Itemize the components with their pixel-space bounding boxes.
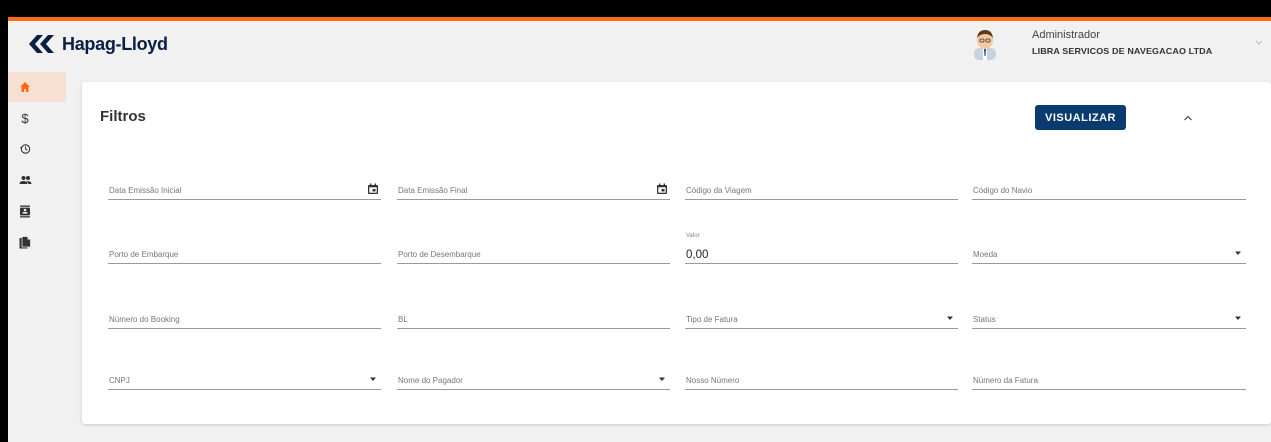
bl-field[interactable]: BL xyxy=(397,307,670,329)
dropdown-arrow-icon[interactable] xyxy=(367,373,379,385)
data-emissao-inicial-field[interactable]: Data Emissão Inicial xyxy=(108,178,381,200)
filters-card: Filtros VISUALIZAR Data Emissão Inicial … xyxy=(82,82,1271,424)
main-content: Filtros VISUALIZAR Data Emissão Inicial … xyxy=(66,65,1271,442)
filters-title: Filtros xyxy=(100,108,146,125)
codigo-viagem-field[interactable]: Código da Viagem xyxy=(685,178,958,200)
nosso-numero-field[interactable]: Nosso Número xyxy=(685,368,958,390)
logo-text: Hapag-Lloyd xyxy=(62,33,168,54)
porto-embarque-field[interactable]: Porto de Embarque xyxy=(108,242,381,264)
field-label: Status xyxy=(973,315,996,324)
user-avatar[interactable] xyxy=(970,26,1000,60)
nome-pagador-select[interactable]: Nome do Pagador xyxy=(397,368,670,390)
dropdown-arrow-icon[interactable] xyxy=(1232,312,1244,324)
field-label: Data Emissão Inicial xyxy=(109,186,182,195)
field-label: Porto de Embarque xyxy=(109,250,179,259)
sidebar-item-usuarios[interactable] xyxy=(8,165,66,195)
field-label: Código do Navio xyxy=(973,186,1033,195)
dropdown-arrow-icon[interactable] xyxy=(656,373,668,385)
field-floating-label: Valor xyxy=(686,233,700,239)
sidebar-item-home[interactable] xyxy=(8,72,66,102)
visualizar-button[interactable]: VISUALIZAR xyxy=(1035,105,1126,130)
dropdown-arrow-icon[interactable] xyxy=(1232,247,1244,259)
field-label: BL xyxy=(398,315,408,324)
dropdown-arrow-icon[interactable] xyxy=(944,312,956,324)
cnpj-select[interactable]: CNPJ xyxy=(108,368,381,390)
numero-fatura-field[interactable]: Número da Fatura xyxy=(972,368,1246,390)
people-icon xyxy=(18,173,32,187)
valor-field[interactable]: Valor 0,00 xyxy=(685,233,958,264)
sidebar-item-historico[interactable] xyxy=(8,134,66,164)
calendar-icon[interactable] xyxy=(367,183,379,195)
field-value: 0,00 xyxy=(686,249,709,261)
hapag-lloyd-logo[interactable]: Hapag-Lloyd xyxy=(28,32,168,56)
sidebar: $ xyxy=(8,65,66,442)
data-emissao-final-field[interactable]: Data Emissão Final xyxy=(397,178,670,200)
user-name: Administrador xyxy=(1032,29,1100,41)
field-label: Número da Fatura xyxy=(973,376,1038,385)
field-label: Número do Booking xyxy=(109,315,180,324)
logo-icon xyxy=(29,35,54,53)
field-label: Nome do Pagador xyxy=(398,376,463,385)
field-label: Código da Viagem xyxy=(686,186,752,195)
numero-booking-field[interactable]: Número do Booking xyxy=(108,307,381,329)
contact-card-icon xyxy=(18,204,32,218)
app-frame: Hapag-Lloyd Administrador LIBRA SERVICOS… xyxy=(0,0,1271,442)
field-label: Moeda xyxy=(973,250,998,259)
field-label: Data Emissão Final xyxy=(398,186,468,195)
user-info[interactable]: Administrador LIBRA SERVICOS DE NAVEGACA… xyxy=(1032,28,1212,60)
field-label: Tipo de Fatura xyxy=(686,315,738,324)
field-label: Porto de Desembarque xyxy=(398,250,481,259)
history-icon xyxy=(18,142,32,156)
field-label: CNPJ xyxy=(109,376,130,385)
codigo-navio-field[interactable]: Código do Navio xyxy=(972,178,1246,200)
top-header: Hapag-Lloyd Administrador LIBRA SERVICOS… xyxy=(8,21,1271,65)
status-select[interactable]: Status xyxy=(972,307,1246,329)
chevron-down-icon[interactable] xyxy=(1253,35,1267,49)
sidebar-item-documentos[interactable] xyxy=(8,227,66,257)
sidebar-item-contatos[interactable] xyxy=(8,196,66,226)
tipo-fatura-select[interactable]: Tipo de Fatura xyxy=(685,307,958,329)
dollar-icon: $ xyxy=(21,110,29,126)
home-icon xyxy=(18,80,32,94)
calendar-icon[interactable] xyxy=(656,183,668,195)
document-icon xyxy=(18,235,32,249)
moeda-select[interactable]: Moeda xyxy=(972,242,1246,264)
sidebar-item-financeiro[interactable]: $ xyxy=(8,103,66,133)
chevron-up-icon[interactable] xyxy=(1180,110,1196,126)
porto-desembarque-field[interactable]: Porto de Desembarque xyxy=(397,242,670,264)
user-company: LIBRA SERVICOS DE NAVEGACAO LTDA xyxy=(1032,46,1213,56)
field-label: Nosso Número xyxy=(686,376,740,385)
avatar-icon xyxy=(974,30,996,60)
